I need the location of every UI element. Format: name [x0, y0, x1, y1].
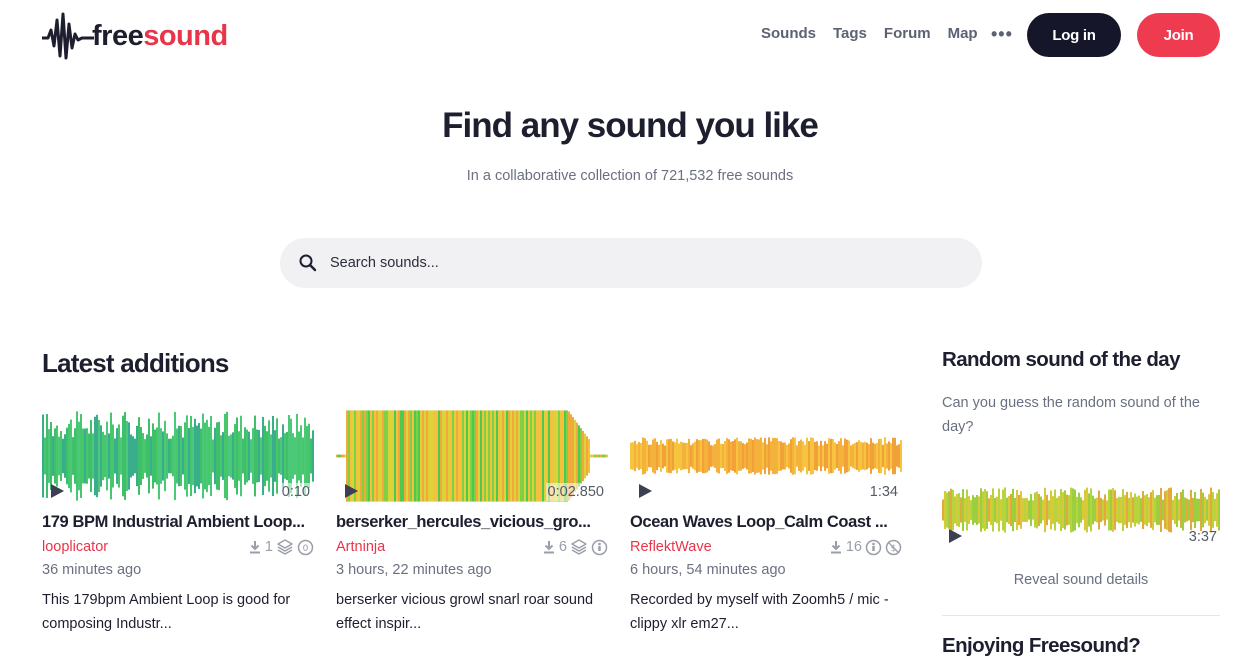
download-count: 6	[558, 539, 567, 555]
more-menu-icon[interactable]: •••	[991, 25, 1013, 43]
sound-card: 1:34 Ocean Waves Loop_Calm Coast ... Ref…	[630, 407, 902, 636]
latest-additions-title: Latest additions	[42, 348, 229, 378]
nav-map[interactable]: Map	[948, 25, 978, 42]
play-icon[interactable]	[947, 528, 963, 544]
sound-time: 36 minutes ago	[42, 562, 142, 578]
search-input[interactable]	[328, 254, 932, 272]
sound-title[interactable]: 179 BPM Industrial Ambient Loop...	[42, 513, 314, 532]
sound-stats: 16 $	[829, 539, 902, 556]
sound-waveform[interactable]: 1:34	[630, 407, 902, 505]
search-bar[interactable]	[280, 238, 982, 288]
sound-time: 3 hours, 22 minutes ago	[336, 562, 492, 578]
logo-free: free	[92, 19, 144, 52]
sound-description: berserker vicious growl snarl roar sound…	[336, 592, 594, 632]
hero-title: Find any sound you like	[442, 106, 819, 145]
sound-author[interactable]: looplicator	[42, 539, 108, 555]
main-nav: Sounds Tags Forum Map	[761, 25, 978, 42]
random-sound-waveform[interactable]: 3:37	[942, 470, 1220, 550]
sound-description: Recorded by myself with Zoomh5 / mic - c…	[630, 592, 889, 632]
sound-title[interactable]: berserker_hercules_vicious_gro...	[336, 513, 608, 532]
sound-duration: 0:10	[279, 483, 312, 501]
sound-time: 6 hours, 54 minutes ago	[630, 562, 786, 578]
hero-subtitle: In a collaborative collection of 721,532…	[466, 168, 794, 184]
nav-tags[interactable]: Tags	[833, 25, 867, 42]
logo-sound: sound	[143, 19, 228, 52]
pack-icon[interactable]	[276, 539, 294, 555]
sound-author[interactable]: ReflektWave	[630, 539, 712, 555]
nav-sounds[interactable]: Sounds	[761, 25, 816, 42]
waveform-graphic	[942, 487, 1220, 533]
sound-stats: 6	[542, 539, 608, 556]
waveform-graphic	[630, 437, 902, 475]
license-attribution-icon[interactable]	[865, 539, 882, 556]
sound-description: This 179bpm Ambient Loop is good for com…	[42, 592, 291, 632]
sound-waveform[interactable]: 0:10	[42, 407, 314, 505]
download-icon	[543, 541, 554, 554]
pack-icon[interactable]	[570, 539, 588, 555]
download-count: 16	[845, 539, 862, 555]
sound-stats: 1 0	[248, 539, 314, 556]
reveal-sound-details-link[interactable]: Reveal sound details	[942, 572, 1220, 588]
sound-card: 0:02.850 berserker_hercules_vicious_gro.…	[336, 407, 608, 636]
random-sound-text: Can you guess the random sound of the da…	[942, 395, 1200, 435]
waveform-logo-icon	[42, 12, 94, 60]
waveform-graphic	[42, 411, 314, 501]
enjoying-freesound-title: Enjoying Freesound?	[942, 634, 1141, 657]
download-count: 1	[264, 539, 273, 555]
sound-title[interactable]: Ocean Waves Loop_Calm Coast ...	[630, 513, 902, 532]
license-noncommercial-icon[interactable]: $	[885, 539, 902, 556]
login-button[interactable]: Log in	[1027, 13, 1121, 57]
sound-duration: 1:34	[869, 484, 898, 500]
freesound-logo[interactable]: freesound	[42, 11, 228, 61]
divider	[942, 615, 1220, 616]
play-icon[interactable]	[343, 483, 359, 499]
logo-text: freesound	[92, 19, 228, 52]
nav-forum[interactable]: Forum	[884, 25, 931, 42]
join-button[interactable]: Join	[1137, 13, 1220, 57]
svg-text:0: 0	[303, 544, 309, 554]
sound-duration: 3:37	[1188, 529, 1217, 545]
play-icon[interactable]	[637, 483, 653, 499]
license-icon[interactable]: 0	[297, 539, 314, 556]
play-icon[interactable]	[49, 483, 65, 499]
download-icon	[830, 541, 841, 554]
search-icon	[298, 253, 318, 273]
sound-duration: 0:02.850	[545, 483, 606, 501]
sound-author[interactable]: Artninja	[336, 539, 385, 555]
sound-waveform[interactable]: 0:02.850	[336, 407, 608, 505]
sound-card: 0:10 179 BPM Industrial Ambient Loop... …	[42, 407, 314, 636]
random-sound-title: Random sound of the day	[942, 348, 1181, 371]
license-attribution-icon[interactable]	[591, 539, 608, 556]
download-icon	[249, 541, 260, 554]
